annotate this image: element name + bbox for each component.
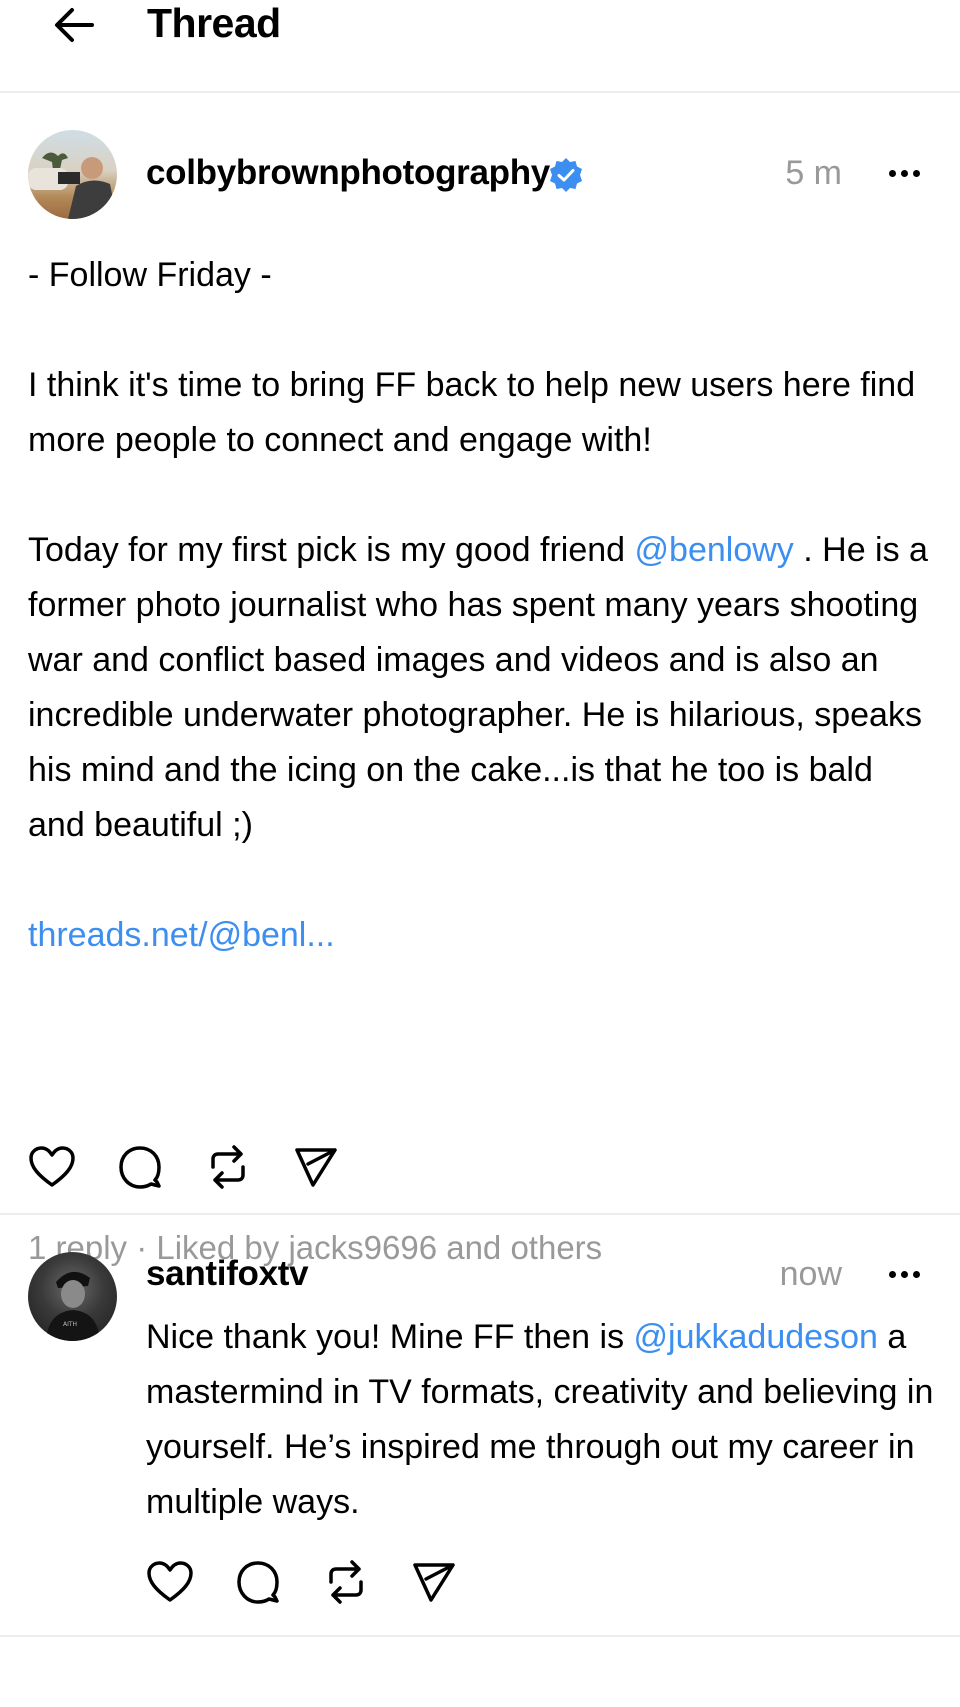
reply-text: Nice thank you! Mine FF then is — [146, 1318, 634, 1356]
avatar-photo: AITH — [46, 1271, 100, 1341]
post-timestamp: 5 m — [785, 154, 842, 192]
more-dot — [900, 169, 908, 177]
like-button[interactable] — [26, 1141, 78, 1193]
more-options-button[interactable] — [882, 153, 926, 193]
comment-icon — [237, 1561, 279, 1604]
mention-link[interactable]: @benlowy — [635, 531, 794, 569]
comment-icon — [119, 1146, 161, 1189]
reply-author-username[interactable]: santifoxtv — [146, 1254, 309, 1294]
share-button[interactable] — [408, 1556, 460, 1608]
more-horizontal-icon — [888, 1270, 896, 1278]
avatar-photo — [28, 152, 117, 219]
reply-timestamp: now — [779, 1255, 842, 1293]
svg-text:AITH: AITH — [63, 1321, 77, 1328]
repost-button[interactable] — [320, 1556, 372, 1608]
post-paragraph: Today for my first pick is my good frien… — [28, 531, 635, 569]
share-icon — [413, 1563, 455, 1602]
more-horizontal-icon — [888, 169, 896, 177]
post-author-username[interactable]: colbybrownphotography — [146, 153, 550, 193]
repost-icon — [211, 1145, 245, 1189]
avatar[interactable] — [28, 130, 117, 219]
reply-button[interactable] — [114, 1141, 166, 1193]
reply-actions — [144, 1556, 496, 1608]
reply-button[interactable] — [232, 1556, 284, 1608]
repost-icon — [329, 1560, 363, 1604]
top-bar: Thread — [0, 0, 960, 93]
share-button[interactable] — [290, 1141, 342, 1193]
profile-url-link[interactable]: threads.net/@benl... — [28, 916, 335, 954]
post-actions — [26, 1141, 378, 1193]
arrow-left-icon — [55, 8, 94, 42]
more-dot — [912, 1270, 920, 1278]
reply-body: Nice thank you! Mine FF then is @jukkadu… — [146, 1310, 936, 1530]
post-paragraph: . He is a former photo journalist who ha… — [28, 531, 938, 844]
repost-button[interactable] — [202, 1141, 254, 1193]
post-paragraph: I think it's time to bring FF back to he… — [28, 366, 925, 459]
page-title: Thread — [147, 0, 281, 46]
post-body: - Follow Friday - I think it's time to b… — [28, 248, 928, 963]
more-dot — [900, 1270, 908, 1278]
back-button[interactable] — [50, 2, 98, 48]
like-button[interactable] — [144, 1556, 196, 1608]
verified-badge-icon — [550, 158, 582, 192]
reply-avatar[interactable]: AITH — [28, 1252, 117, 1341]
heart-icon — [147, 1561, 193, 1602]
more-dot — [912, 169, 920, 177]
post-paragraph: - Follow Friday - — [28, 256, 272, 294]
mention-link[interactable]: @jukkadudeson — [634, 1318, 878, 1356]
main-post: colbybrownphotography 5 m - Follow Frida… — [0, 95, 960, 1266]
heart-icon — [29, 1146, 75, 1187]
reply-more-options-button[interactable] — [882, 1254, 926, 1294]
share-icon — [295, 1148, 337, 1187]
